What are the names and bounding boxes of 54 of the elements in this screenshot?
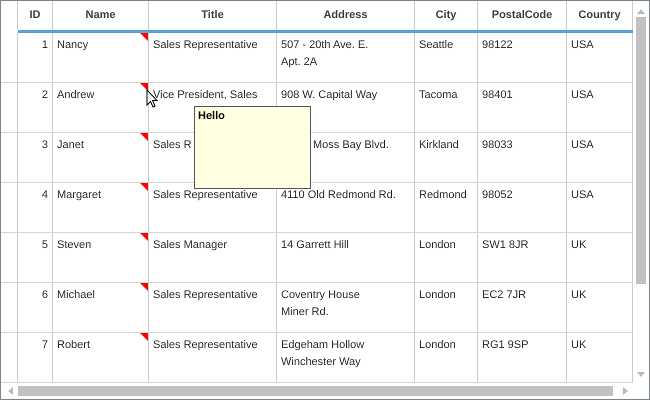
table-cell: 4 <box>42 189 48 201</box>
table-cell: 507 - 20th Ave. E. Apt. 2A <box>281 39 368 68</box>
table-cell: London <box>419 239 456 251</box>
table-cell: 7 <box>42 339 48 351</box>
table-cell: Sales Manager <box>153 239 227 251</box>
table-cell: Seattle <box>419 39 454 51</box>
table-cell: 98052 <box>482 189 513 201</box>
table-cell: Redmond <box>419 189 467 201</box>
table-cell: 5 <box>42 239 48 251</box>
table-cell: Sales Representative <box>153 339 258 351</box>
table-cell: SW1 8JR <box>482 239 528 251</box>
table-cell: Edgeham Hollow Winchester Way <box>281 339 364 368</box>
table-cell: London <box>419 339 456 351</box>
scroll-left-icon[interactable] <box>6 386 14 396</box>
scroll-down-icon[interactable] <box>636 371 646 379</box>
table-cell: 4110 Old Redmond Rd. <box>281 189 396 201</box>
table-cell: London <box>419 289 456 301</box>
table-cell: Robert <box>57 339 90 351</box>
table-cell: Andrew <box>57 89 94 101</box>
table-cell: 2 <box>42 89 48 101</box>
table-cell: Janet <box>57 139 84 151</box>
table-cell: Margaret <box>57 189 102 201</box>
table-cell: 98401 <box>482 89 513 101</box>
table-cell: USA <box>571 39 594 51</box>
table-cell: Sales Representative <box>153 289 258 301</box>
table-cell: USA <box>571 139 594 151</box>
table-cell: EC2 7JR <box>482 289 526 301</box>
table-cell: Vice President, Sales <box>153 89 258 101</box>
table-cell: RG1 9SP <box>482 339 528 351</box>
scroll-right-icon[interactable] <box>622 386 630 396</box>
table-cell: USA <box>571 189 594 201</box>
table-cell: Sales R <box>153 139 192 151</box>
table-cell: 3 <box>42 139 48 151</box>
table-cell: 14 Garrett Hill <box>281 239 349 251</box>
table-cell: Moss Bay Blvd. <box>313 139 389 151</box>
table-cell: Coventry House Miner Rd. <box>281 289 360 318</box>
table-cell: 908 W. Capital Way <box>281 89 378 101</box>
table-cell: UK <box>571 289 586 301</box>
table-cell: 98033 <box>482 139 513 151</box>
table-cell: Sales Representative <box>153 39 258 51</box>
table-cell: 6 <box>42 289 48 301</box>
table-cell: USA <box>571 89 594 101</box>
table-cell: Sales Representative <box>153 189 258 201</box>
tooltip-text: Hello <box>198 110 225 122</box>
table-cell: UK <box>571 239 586 251</box>
table-cell: UK <box>571 339 586 351</box>
table-cell: 98122 <box>482 39 513 51</box>
scroll-up-icon[interactable] <box>636 7 646 15</box>
table-cell: Tacoma <box>419 89 458 101</box>
table-cell: Steven <box>57 239 92 251</box>
table-cell: Nancy <box>57 39 88 51</box>
table-cell: 1 <box>42 39 48 51</box>
table-cell: Michael <box>57 289 95 301</box>
table-cell: Kirkland <box>419 139 459 151</box>
